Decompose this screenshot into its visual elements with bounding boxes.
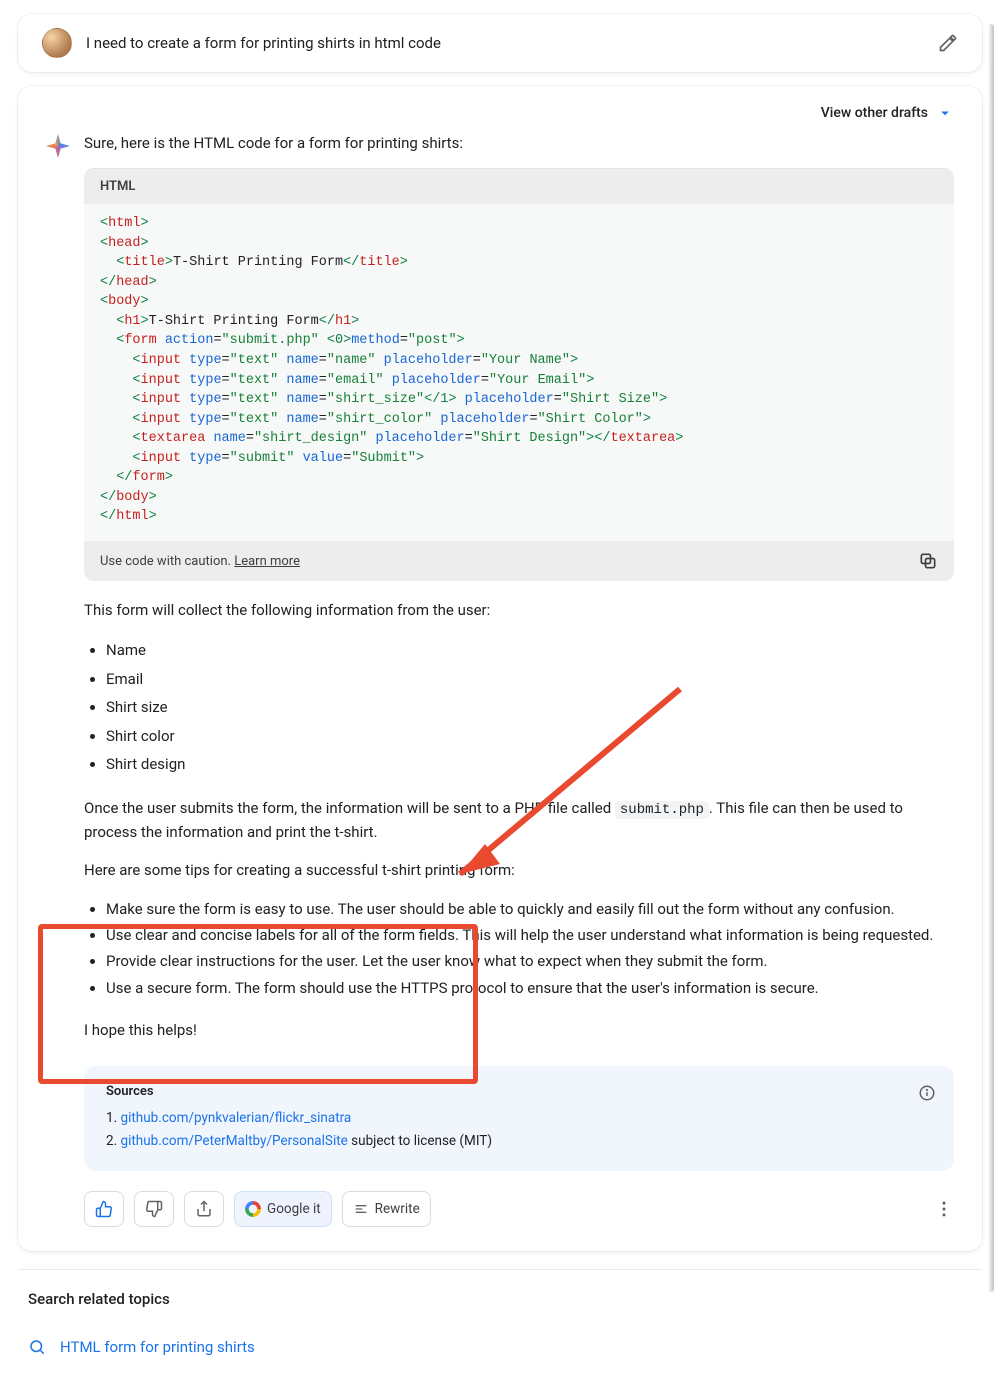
- action-row: Google it Rewrite: [84, 1191, 954, 1227]
- sparkle-icon: [46, 134, 70, 158]
- source-link[interactable]: github.com/pynkvalerian/flickr_sinatra: [121, 1110, 352, 1126]
- thumbs-up-button[interactable]: [84, 1191, 124, 1227]
- avatar: [42, 28, 72, 58]
- google-it-button[interactable]: Google it: [234, 1191, 332, 1227]
- search-icon: [28, 1338, 46, 1356]
- collect-paragraph: This form will collect the following inf…: [84, 599, 954, 622]
- source-item: 1. github.com/pynkvalerian/flickr_sinatr…: [106, 1107, 932, 1130]
- scrollbar-shadow: [988, 24, 994, 1292]
- thumbs-up-icon: [95, 1200, 113, 1218]
- list-item: Use clear and concise labels for all of …: [106, 922, 954, 948]
- thumbs-down-icon: [145, 1200, 163, 1218]
- rewrite-button[interactable]: Rewrite: [342, 1191, 431, 1227]
- inline-code: submit.php: [615, 801, 709, 819]
- list-item: Name: [106, 636, 954, 665]
- thumbs-down-button[interactable]: [134, 1191, 174, 1227]
- sources-title: Sources: [106, 1084, 932, 1099]
- user-prompt-card: I need to create a form for printing shi…: [18, 14, 982, 72]
- copy-icon[interactable]: [918, 551, 938, 571]
- sources-box: Sources 1. github.com/pynkvalerian/flick…: [84, 1066, 954, 1171]
- tips-list: Make sure the form is easy to use. The u…: [106, 896, 954, 1001]
- share-icon: [195, 1200, 213, 1218]
- response-card: View other drafts Sure, here is the HTML…: [18, 86, 982, 1251]
- rewrite-label: Rewrite: [375, 1201, 420, 1217]
- code-caution: Use code with caution. Learn more: [100, 554, 300, 569]
- submit-paragraph: Once the user submits the form, the info…: [84, 797, 954, 845]
- list-item: Use a secure form. The form should use t…: [106, 975, 954, 1001]
- edit-icon[interactable]: [938, 33, 958, 53]
- list-item: Provide clear instructions for the user.…: [106, 948, 954, 974]
- chevron-down-icon: [936, 104, 954, 122]
- fields-list: Name Email Shirt size Shirt color Shirt …: [106, 636, 954, 779]
- tips-intro: Here are some tips for creating a succes…: [84, 859, 954, 882]
- response-intro: Sure, here is the HTML code for a form f…: [84, 134, 954, 152]
- share-button[interactable]: [184, 1191, 224, 1227]
- related-search-label: HTML form for printing shirts: [60, 1338, 255, 1356]
- code-block: HTML <html> <head> <title>T-Shirt Printi…: [84, 168, 954, 581]
- source-link[interactable]: github.com/PeterMaltby/PersonalSite: [121, 1133, 348, 1149]
- hope-paragraph: I hope this helps!: [84, 1019, 954, 1042]
- list-item: Shirt size: [106, 693, 954, 722]
- rewrite-icon: [353, 1201, 369, 1217]
- related-heading: Search related topics: [18, 1269, 982, 1320]
- list-item: Email: [106, 665, 954, 694]
- related-search-item[interactable]: HTML form for printing shirts: [18, 1332, 982, 1362]
- list-item: Shirt color: [106, 722, 954, 751]
- view-drafts-label: View other drafts: [821, 105, 928, 121]
- learn-more-link[interactable]: Learn more: [234, 554, 300, 569]
- source-item: 2. github.com/PeterMaltby/PersonalSite s…: [106, 1130, 932, 1153]
- code-language-label: HTML: [84, 169, 954, 204]
- code-content[interactable]: <html> <head> <title>T-Shirt Printing Fo…: [84, 204, 954, 541]
- info-icon[interactable]: [918, 1084, 936, 1102]
- list-item: Make sure the form is easy to use. The u…: [106, 896, 954, 922]
- list-item: Shirt design: [106, 750, 954, 779]
- google-it-label: Google it: [267, 1201, 321, 1217]
- view-drafts-toggle[interactable]: View other drafts: [46, 100, 954, 134]
- google-logo-icon: [245, 1201, 261, 1217]
- more-options-icon[interactable]: [934, 1199, 954, 1219]
- user-prompt-text: I need to create a form for printing shi…: [86, 34, 924, 52]
